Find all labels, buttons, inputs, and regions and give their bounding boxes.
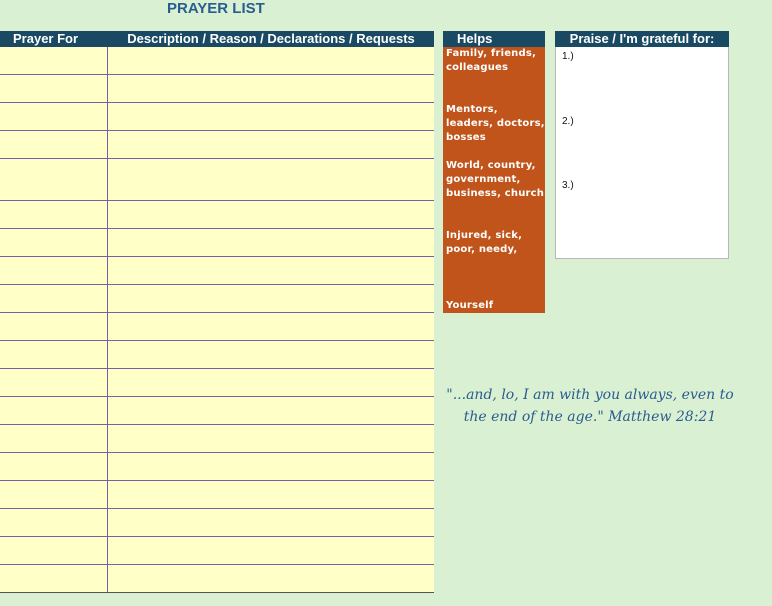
description-cell[interactable] bbox=[108, 425, 434, 452]
table-row bbox=[0, 313, 434, 341]
prayer-for-header: Prayer For bbox=[13, 31, 79, 46]
praise-item-1: 1.) bbox=[562, 51, 574, 62]
page-title: PRAYER LIST bbox=[167, 0, 265, 17]
table-row bbox=[0, 103, 434, 131]
description-header: Description / Reason / Declarations / Re… bbox=[127, 31, 415, 46]
helps-list: Family, friends, colleagues Mentors, lea… bbox=[443, 47, 545, 313]
helps-panel: Helps Family, friends, colleagues Mentor… bbox=[443, 31, 545, 313]
prayer-for-cell[interactable] bbox=[0, 481, 108, 508]
helps-header: Helps bbox=[443, 31, 545, 47]
prayer-for-cell[interactable] bbox=[0, 131, 108, 158]
praise-item-3: 3.) bbox=[562, 180, 574, 191]
table-row bbox=[0, 509, 434, 537]
help-item-yourself: Yourself bbox=[446, 300, 494, 311]
bible-verse: "...and, lo, I am with you always, even … bbox=[446, 387, 734, 425]
praise-item-2: 2.) bbox=[562, 116, 574, 127]
help-item-injured: Injured, sick, poor, needy, bbox=[446, 230, 523, 255]
prayer-for-cell[interactable] bbox=[0, 201, 108, 228]
prayer-for-cell[interactable] bbox=[0, 369, 108, 396]
table-row bbox=[0, 397, 434, 425]
description-cell[interactable] bbox=[108, 131, 434, 158]
prayer-for-cell[interactable] bbox=[0, 537, 108, 564]
table-row bbox=[0, 537, 434, 565]
prayer-for-cell[interactable] bbox=[0, 509, 108, 536]
description-cell[interactable] bbox=[108, 565, 434, 592]
table-row bbox=[0, 565, 434, 593]
praise-box[interactable]: 1.) 2.) 3.) bbox=[555, 47, 729, 259]
description-cell[interactable] bbox=[108, 453, 434, 480]
description-cell[interactable] bbox=[108, 75, 434, 102]
description-cell[interactable] bbox=[108, 257, 434, 284]
prayer-for-cell[interactable] bbox=[0, 159, 108, 200]
table-row bbox=[0, 131, 434, 159]
description-cell[interactable] bbox=[108, 47, 434, 74]
table-row bbox=[0, 75, 434, 103]
prayer-for-cell[interactable] bbox=[0, 285, 108, 312]
help-item-family: Family, friends, colleagues bbox=[446, 48, 537, 73]
prayer-for-cell[interactable] bbox=[0, 103, 108, 130]
description-cell[interactable] bbox=[108, 341, 434, 368]
table-row bbox=[0, 425, 434, 453]
description-cell[interactable] bbox=[108, 481, 434, 508]
table-row bbox=[0, 201, 434, 229]
table-row bbox=[0, 453, 434, 481]
prayer-for-cell[interactable] bbox=[0, 257, 108, 284]
table-row bbox=[0, 229, 434, 257]
prayer-table: Prayer For Description / Reason / Declar… bbox=[0, 31, 434, 593]
table-row bbox=[0, 341, 434, 369]
prayer-for-cell[interactable] bbox=[0, 313, 108, 340]
prayer-for-cell[interactable] bbox=[0, 341, 108, 368]
prayer-for-cell[interactable] bbox=[0, 425, 108, 452]
prayer-for-cell[interactable] bbox=[0, 229, 108, 256]
description-cell[interactable] bbox=[108, 201, 434, 228]
praise-header: Praise / I'm grateful for: bbox=[555, 31, 729, 47]
description-cell[interactable] bbox=[108, 313, 434, 340]
prayer-for-cell[interactable] bbox=[0, 453, 108, 480]
table-row bbox=[0, 481, 434, 509]
table-row bbox=[0, 159, 434, 201]
prayer-table-body bbox=[0, 47, 434, 593]
prayer-table-header: Prayer For Description / Reason / Declar… bbox=[0, 31, 434, 47]
table-row bbox=[0, 369, 434, 397]
description-cell[interactable] bbox=[108, 103, 434, 130]
description-cell[interactable] bbox=[108, 285, 434, 312]
prayer-for-cell[interactable] bbox=[0, 565, 108, 592]
description-cell[interactable] bbox=[108, 369, 434, 396]
description-cell[interactable] bbox=[108, 537, 434, 564]
description-cell[interactable] bbox=[108, 159, 434, 200]
description-cell[interactable] bbox=[108, 229, 434, 256]
description-cell[interactable] bbox=[108, 397, 434, 424]
prayer-for-cell[interactable] bbox=[0, 397, 108, 424]
prayer-for-cell[interactable] bbox=[0, 47, 108, 74]
praise-panel: Praise / I'm grateful for: 1.) 2.) 3.) bbox=[555, 31, 729, 259]
description-cell[interactable] bbox=[108, 509, 434, 536]
table-row bbox=[0, 47, 434, 75]
help-item-world: World, country, government, business, ch… bbox=[446, 160, 545, 199]
help-item-mentors: Mentors, leaders, doctors, bosses bbox=[446, 104, 545, 143]
table-row bbox=[0, 285, 434, 313]
table-row bbox=[0, 257, 434, 285]
prayer-for-cell[interactable] bbox=[0, 75, 108, 102]
